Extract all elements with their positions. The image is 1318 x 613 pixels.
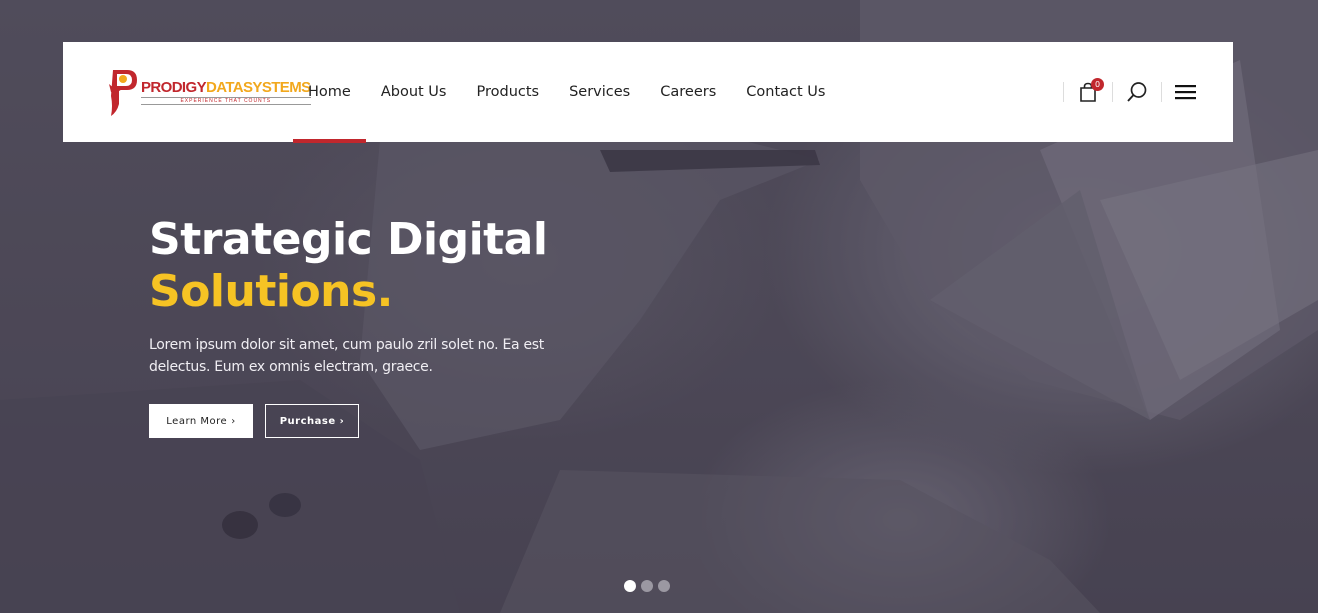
slider-dot-3[interactable] [658, 580, 670, 592]
nav-item-services[interactable]: Services [554, 42, 645, 142]
hero-description: Lorem ipsum dolor sit amet, cum paulo zr… [149, 337, 544, 375]
purchase-label: Purchase [279, 415, 336, 427]
logo-tagline: EXPERIENCE THAT COUNTS [141, 96, 311, 105]
hero-title: Strategic Digital Solutions. [149, 214, 548, 318]
nav-item-products[interactable]: Products [461, 42, 554, 142]
header-tools: 0 [1063, 42, 1233, 142]
cart-count-badge: 0 [1091, 78, 1104, 91]
slider-dot-2[interactable] [641, 580, 653, 592]
purchase-button[interactable]: Purchase › [265, 404, 359, 438]
chevron-right-icon: › [231, 415, 236, 427]
site-header: PRODIGYDATASYSTEMS EXPERIENCE THAT COUNT… [63, 42, 1233, 143]
hamburger-menu-icon [1175, 85, 1196, 100]
menu-button[interactable] [1162, 72, 1210, 112]
nav-item-home[interactable]: Home [293, 42, 366, 143]
slider-dot-1[interactable] [624, 580, 636, 592]
search-button[interactable] [1113, 72, 1161, 112]
hero-title-line2: Solutions. [149, 266, 393, 317]
hero-title-line1: Strategic Digital [149, 214, 548, 265]
nav-item-careers[interactable]: Careers [645, 42, 731, 142]
logo-wordmark: PRODIGYDATASYSTEMS [141, 78, 311, 96]
main-nav: Home About Us Products Services Careers … [293, 42, 840, 143]
cart-button[interactable]: 0 [1064, 72, 1112, 112]
nav-item-contact-us[interactable]: Contact Us [731, 42, 840, 142]
learn-more-button[interactable]: Learn More › [149, 404, 253, 438]
chevron-right-icon: › [339, 415, 345, 427]
logo-mark-icon [105, 66, 139, 118]
brand-logo[interactable]: PRODIGYDATASYSTEMS EXPERIENCE THAT COUNT… [105, 66, 311, 118]
search-icon [1127, 82, 1147, 102]
nav-item-about-us[interactable]: About Us [366, 42, 462, 142]
slider-pagination [624, 580, 670, 592]
learn-more-label: Learn More [166, 415, 228, 427]
